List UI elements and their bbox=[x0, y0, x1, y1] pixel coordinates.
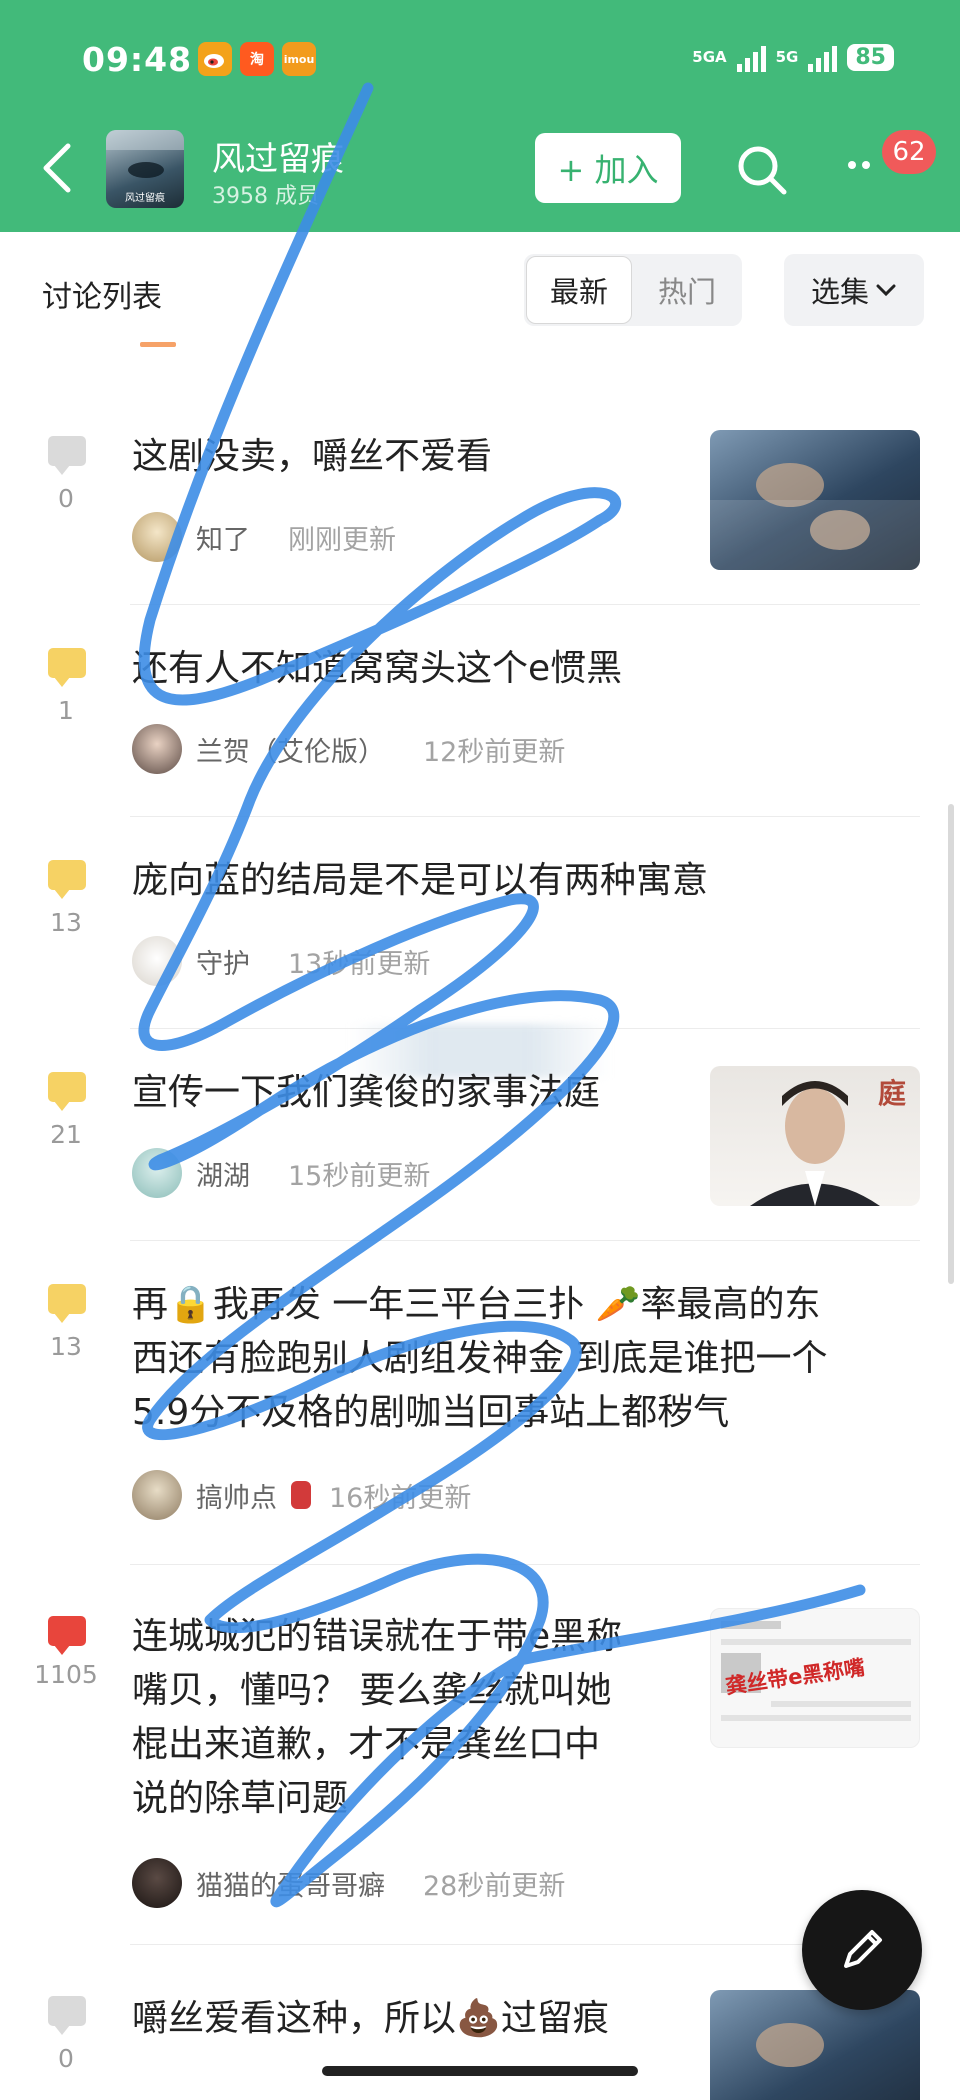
comment-count: 0 bbox=[58, 2044, 74, 2073]
avatar bbox=[132, 1858, 182, 1908]
avatar bbox=[132, 1148, 182, 1198]
post-title: 这剧没卖，嚼丝不爱看 bbox=[132, 436, 493, 477]
post-title: 嚼丝爱看这种，所以💩过留痕 bbox=[132, 1998, 609, 2039]
author-name: 猫猫的蛋哥哥癖 bbox=[196, 1870, 385, 1902]
more-icon[interactable] bbox=[846, 150, 886, 180]
author-name: 湖湖 bbox=[196, 1160, 250, 1192]
join-button[interactable]: + 加入 bbox=[535, 133, 681, 203]
photo-icon bbox=[756, 2023, 824, 2067]
avatar bbox=[132, 724, 182, 774]
avatar bbox=[132, 512, 182, 562]
comment-icon bbox=[48, 436, 86, 475]
group-avatar[interactable]: 风过留痕 bbox=[106, 130, 184, 208]
divider bbox=[130, 1240, 920, 1241]
divider bbox=[130, 816, 920, 817]
signal2-icon bbox=[808, 42, 838, 72]
nav-bar: 风过留痕 风过留痕 3958 成员 + 加入 bbox=[0, 120, 960, 220]
comment-count: 21 bbox=[50, 1120, 82, 1149]
avatar bbox=[132, 936, 182, 986]
discussion-list-title: 讨论列表 bbox=[42, 280, 162, 315]
post-author: 猫猫的蛋哥哥癖 28秒前更新 bbox=[132, 1858, 565, 1908]
photo-icon bbox=[710, 463, 920, 570]
post-author: 搞帅点 16秒前更新 bbox=[132, 1470, 471, 1520]
comment-icon bbox=[48, 1996, 86, 2035]
post-author: 知了 刚刚更新 bbox=[132, 512, 396, 562]
status-bar: 09:48 淘 imou 5GA 5G 85 bbox=[0, 30, 960, 90]
sort-segment: 最新 热门 bbox=[524, 254, 742, 326]
post-title: 再🔒我再发 一年三平台三扑 🥕率最高的东 西还有脸跑别人剧组发神金 到底是谁把一… bbox=[132, 1284, 828, 1433]
signal1-icon bbox=[736, 42, 766, 72]
comment-count: 0 bbox=[58, 484, 74, 513]
comment-count: 1 bbox=[58, 696, 74, 725]
group-member-count: 3958 成员 bbox=[212, 184, 319, 209]
status-time: 09:48 bbox=[82, 40, 193, 79]
comment-count: 1105 bbox=[34, 1660, 98, 1689]
post-title: 还有人不知道窝窝头这个e惯黑 bbox=[132, 648, 623, 689]
scrollbar[interactable] bbox=[948, 804, 954, 1284]
pencil-icon bbox=[844, 1930, 882, 1968]
weibo-app-icon bbox=[198, 42, 232, 76]
comment-count: 13 bbox=[50, 1332, 82, 1361]
author-name: 知了 bbox=[196, 524, 250, 556]
post-author: 兰贺（艾伦版） 12秒前更新 bbox=[132, 724, 565, 774]
update-time: 13秒前更新 bbox=[288, 948, 431, 980]
group-avatar-text: 风过留痕 bbox=[125, 193, 165, 204]
divider bbox=[130, 1564, 920, 1565]
compose-button[interactable] bbox=[802, 1890, 922, 2010]
badge-icon bbox=[291, 1481, 311, 1509]
post-thumbnail[interactable]: 龚丝带e黑称嘴 bbox=[710, 1608, 920, 1748]
author-name: 搞帅点 bbox=[196, 1482, 277, 1514]
post-author: 湖湖 15秒前更新 bbox=[132, 1148, 430, 1198]
post-author: 守护 13秒前更新 bbox=[132, 936, 430, 986]
avatar bbox=[132, 1470, 182, 1520]
post-title: 连城城犯的错误就在于带e黑称 嘴贝，懂吗？ 要么龚丝就叫她 棍出来道歉，才不是龚… bbox=[132, 1616, 623, 1819]
comment-icon bbox=[48, 1284, 86, 1323]
notification-icons: 淘 imou bbox=[198, 42, 316, 76]
update-time: 12秒前更新 bbox=[423, 736, 566, 768]
home-indicator[interactable] bbox=[322, 2066, 638, 2076]
thumbnail-caption: 庭 bbox=[877, 1077, 906, 1110]
notification-badge: 62 bbox=[882, 130, 936, 174]
comment-icon bbox=[48, 860, 86, 899]
battery-level: 85 bbox=[847, 43, 894, 71]
episode-select-button[interactable]: 选集 bbox=[784, 254, 924, 326]
episode-select-label: 选集 bbox=[810, 275, 869, 309]
comment-icon bbox=[48, 1616, 86, 1655]
post-title: 宣传一下我们龚俊的家事法庭 bbox=[132, 1072, 601, 1113]
chevron-down-icon bbox=[876, 284, 896, 297]
comment-icon bbox=[48, 648, 86, 687]
back-icon[interactable] bbox=[36, 140, 80, 196]
imou-app-icon: imou bbox=[282, 42, 316, 76]
scroll-peek-mark bbox=[140, 342, 176, 347]
author-name: 兰贺（艾伦版） bbox=[196, 736, 385, 768]
author-name: 守护 bbox=[196, 948, 250, 980]
tab-hot[interactable]: 热门 bbox=[634, 256, 740, 324]
network1-label: 5GA bbox=[692, 48, 727, 66]
update-time: 15秒前更新 bbox=[288, 1160, 431, 1192]
update-time: 16秒前更新 bbox=[329, 1482, 472, 1514]
divider bbox=[130, 604, 920, 605]
group-header: 09:48 淘 imou 5GA 5G 85 风过留痕 风过留痕 3958 成员… bbox=[0, 0, 960, 232]
tab-latest[interactable]: 最新 bbox=[526, 256, 632, 324]
search-icon[interactable] bbox=[734, 142, 790, 198]
taobao-app-icon: 淘 bbox=[240, 42, 274, 76]
post-thumbnail[interactable] bbox=[710, 430, 920, 570]
post-thumbnail[interactable] bbox=[710, 1990, 920, 2100]
network2-label: 5G bbox=[775, 48, 799, 66]
update-time: 刚刚更新 bbox=[288, 524, 396, 556]
post-thumbnail[interactable]: 庭 bbox=[710, 1066, 920, 1206]
comment-icon bbox=[48, 1072, 86, 1111]
update-time: 28秒前更新 bbox=[423, 1870, 566, 1902]
discussion-tabs: 讨论列表 最新 热门 选集 bbox=[0, 232, 960, 344]
group-name: 风过留痕 bbox=[212, 139, 344, 178]
signal-indicators: 5GA 5G 85 bbox=[692, 42, 894, 72]
comment-count: 13 bbox=[50, 908, 82, 937]
post-title: 庞向蓝的结局是不是可以有两种寓意 bbox=[132, 860, 709, 901]
